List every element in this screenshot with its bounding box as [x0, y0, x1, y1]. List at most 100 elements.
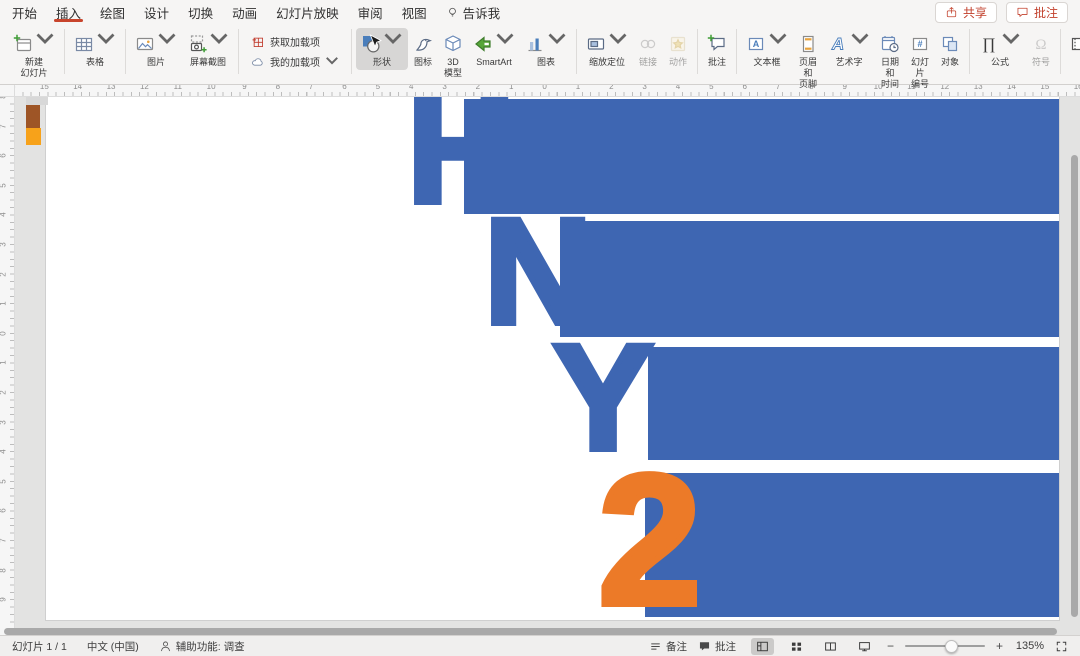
ribbon-button-label: 表格: [86, 57, 104, 68]
comments-label: 批注: [715, 639, 736, 654]
icons-bird-icon: [413, 34, 433, 54]
title-bar-shape-3[interactable]: [648, 347, 1059, 460]
video-icon: [1070, 34, 1080, 54]
ribbon-button-header-footer[interactable]: 页眉和 页脚: [793, 28, 823, 91]
ribbon-button-comment[interactable]: 批注: [702, 28, 732, 70]
action-icon: [668, 34, 688, 54]
zoom-slider-thumb[interactable]: [945, 640, 958, 653]
ribbon-button-label: 我的加载项: [270, 54, 320, 69]
ribbon-button-label: 链接: [639, 57, 657, 68]
menu-tab-label: 切换: [188, 3, 213, 22]
menu-bar: 开始插入绘图设计切换动画幻灯片放映审阅视图告诉我 共享 批注: [0, 0, 1080, 24]
ribbon-button-label: 形状: [373, 57, 391, 68]
ribbon-button-label: 获取加载项: [270, 34, 320, 49]
ribbon-insert-tab: 新建 幻灯片 表格 图片 屏幕截图 获取加载项我的加载项 形状 图标3D 模型 SmartAr…: [0, 24, 1080, 85]
chevron-down-icon: [325, 54, 339, 73]
zoom-slider[interactable]: [905, 645, 985, 647]
comments-button[interactable]: 批注: [1006, 2, 1068, 23]
ribbon-button-label: 图片: [147, 57, 165, 68]
title-bar-shape-1[interactable]: [464, 99, 1059, 214]
vertical-ruler: 876543210123456789: [0, 96, 15, 636]
ribbon-button-get-addins[interactable]: 获取加载项: [247, 33, 343, 50]
ribbon-button-symbol[interactable]: Ω符号: [1026, 28, 1056, 70]
status-bar: 幻灯片 1 / 1 中文 (中国) 辅助功能: 调查 备注 批注 − + 135…: [0, 635, 1080, 656]
ribbon-button-action[interactable]: 动作: [663, 28, 693, 70]
corner-decor-brown-shape[interactable]: [26, 105, 40, 128]
ribbon-button-equation[interactable]: ∏公式: [974, 28, 1026, 70]
ribbon-button-new-slide[interactable]: 新建 幻灯片: [8, 28, 60, 81]
slide-counter[interactable]: 幻灯片 1 / 1: [12, 639, 67, 654]
menu-tab-home[interactable]: 开始: [12, 0, 37, 24]
menu-tab-slideshow[interactable]: 幻灯片放映: [276, 0, 339, 24]
slide-canvas[interactable]: HNY2: [46, 96, 1059, 620]
ruler-number: 5: [0, 183, 8, 187]
reading-view-button[interactable]: [819, 638, 842, 655]
vertical-scrollbar[interactable]: [1071, 155, 1078, 617]
ribbon-button-my-addins[interactable]: 我的加载项: [247, 53, 343, 70]
share-button[interactable]: 共享: [935, 2, 997, 23]
menu-tab-animations[interactable]: 动画: [232, 0, 257, 24]
menu-tab-label: 开始: [12, 3, 37, 22]
ribbon-button-textbox[interactable]: A文本框: [741, 28, 793, 70]
chevron-down-icon: [850, 29, 870, 54]
ruler-number: 9: [0, 597, 8, 601]
ribbon-button-3d-model[interactable]: 3D 模型: [438, 28, 468, 81]
menu-tab-insert[interactable]: 插入: [56, 0, 81, 24]
table-icon: [74, 34, 94, 54]
picture-icon: [135, 34, 155, 54]
chart-icon: [525, 34, 545, 54]
share-icon: [945, 6, 958, 19]
ribbon-button-label: 新建 幻灯片: [20, 57, 47, 79]
menu-tab-label: 绘图: [100, 3, 125, 22]
menu-tab-view[interactable]: 视图: [402, 0, 427, 24]
ribbon-group-divider: [697, 29, 698, 74]
fit-slide-button[interactable]: [1055, 640, 1068, 653]
accessibility-status[interactable]: 辅助功能: 调查: [159, 639, 245, 654]
slide-sorter-view-button[interactable]: [785, 638, 808, 655]
ribbon-button-smartart[interactable]: SmartArt: [468, 28, 520, 70]
ribbon-button-wordart[interactable]: A艺术字: [823, 28, 875, 70]
corner-decor-orange-shape[interactable]: [26, 128, 41, 145]
zoom-in-button[interactable]: +: [996, 639, 1003, 653]
title-bar-shape-2[interactable]: [560, 221, 1059, 337]
ribbon-button-picture[interactable]: 图片: [130, 28, 182, 70]
ribbon-button-table[interactable]: 表格: [69, 28, 121, 70]
ruler-number: 7: [0, 538, 8, 542]
menu-tab-design[interactable]: 设计: [144, 0, 169, 24]
menu-tab-transitions[interactable]: 切换: [188, 0, 213, 24]
ribbon-button-object[interactable]: 对象: [935, 28, 965, 70]
svg-text:A: A: [753, 39, 760, 49]
ribbon-button-slide-number[interactable]: #幻灯片 编号: [905, 28, 935, 91]
ribbon-button-screenshot[interactable]: 屏幕截图: [182, 28, 234, 70]
slide-letter-2[interactable]: 2: [598, 448, 701, 620]
ruler-number: 8: [0, 568, 8, 572]
ribbon-button-datetime[interactable]: 日期和 时间: [875, 28, 905, 91]
corner-decor-gray-shape[interactable]: [26, 97, 48, 105]
ribbon-button-link[interactable]: 链接: [633, 28, 663, 70]
share-button-label: 共享: [963, 4, 987, 21]
horizontal-scrollbar[interactable]: [4, 628, 1057, 635]
menu-tab-draw[interactable]: 绘图: [100, 0, 125, 24]
zoom-out-button[interactable]: −: [887, 639, 894, 653]
normal-view-button[interactable]: [751, 638, 774, 655]
notes-toggle[interactable]: 备注: [649, 639, 687, 654]
title-bar-shape-4[interactable]: [645, 473, 1059, 617]
ribbon-button-label: 屏幕截图: [190, 57, 226, 68]
comment-bubble-icon: [1016, 6, 1029, 19]
menu-tab-label: 设计: [144, 3, 169, 22]
ribbon-button-shapes[interactable]: 形状: [356, 28, 408, 70]
ribbon-button-icons[interactable]: 图标: [408, 28, 438, 70]
ribbon-button-zoom-section[interactable]: 缩放定位: [581, 28, 633, 70]
language-indicator[interactable]: 中文 (中国): [87, 639, 139, 654]
menu-tab-review[interactable]: 审阅: [358, 0, 383, 24]
menu-tab-tell-me[interactable]: 告诉我: [446, 0, 501, 24]
ribbon-button-video[interactable]: 视频: [1065, 28, 1080, 70]
comments-toggle[interactable]: 批注: [698, 639, 736, 654]
slideshow-button[interactable]: [853, 638, 876, 655]
ribbon-button-chart[interactable]: 图表: [520, 28, 572, 70]
ruler-number: 6: [0, 153, 8, 157]
smartart-icon: [473, 34, 493, 54]
zoom-level[interactable]: 135%: [1014, 640, 1044, 652]
ribbon-button-label: SmartArt: [476, 57, 512, 68]
chevron-down-icon: [495, 29, 515, 54]
